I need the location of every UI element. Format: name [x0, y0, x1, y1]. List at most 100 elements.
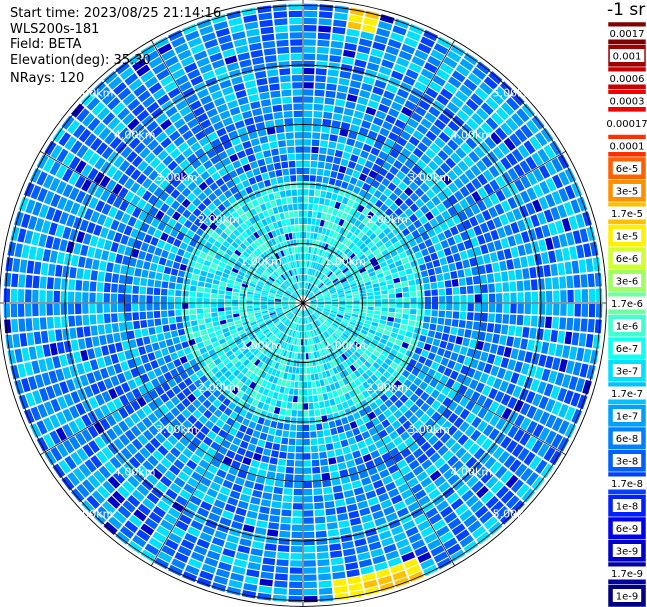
- range-gate-cell: [108, 343, 117, 354]
- range-gate-cell: [316, 430, 324, 438]
- range-gate-cell: [567, 289, 574, 303]
- range-gate-cell: [39, 276, 47, 289]
- range-gate-cell: [89, 303, 96, 314]
- range-gate-cell: [247, 154, 256, 163]
- range-gate-cell: [252, 489, 263, 498]
- range-gate-cell: [407, 325, 415, 333]
- range-gate-cell: [545, 316, 552, 329]
- range-gate-cell: [304, 3, 318, 11]
- range-gate-cell: [253, 115, 264, 123]
- range-gate-cell: [295, 374, 299, 381]
- range-gate-cell: [218, 307, 225, 312]
- range-gate-cell: [25, 289, 32, 302]
- range-gate-cell: [336, 425, 345, 434]
- range-gate-cell: [458, 320, 466, 328]
- range-gate-cell: [351, 73, 364, 82]
- range-gate-cell: [25, 318, 33, 332]
- range-gate-cell: [297, 189, 303, 196]
- range-gate-cell: [459, 311, 467, 320]
- range-gate-cell: [296, 360, 300, 367]
- range-gate-cell: [286, 197, 293, 204]
- range-gate-cell: [163, 331, 172, 340]
- range-gate-cell: [290, 240, 294, 247]
- range-ring-label: 1.00km: [240, 339, 282, 352]
- range-gate-cell: [203, 298, 210, 303]
- range-gate-cell: [150, 263, 158, 272]
- range-gate-cell: [268, 522, 279, 530]
- range-gate-cell: [307, 381, 312, 388]
- range-gate-cell: [324, 198, 331, 206]
- range-gate-cell: [354, 538, 367, 547]
- range-gate-cell: [270, 200, 277, 208]
- range-gate-cell: [310, 168, 317, 175]
- range-gate-cell: [278, 458, 286, 466]
- range-gate-cell: [193, 331, 201, 338]
- range-gate-cell: [97, 271, 105, 282]
- range-gate-cell: [360, 303, 367, 307]
- range-gate-cell: [319, 594, 334, 602]
- range-gate-cell: [424, 296, 431, 303]
- range-gate-cell: [12, 258, 21, 273]
- range-gate-cell: [537, 316, 545, 328]
- range-gate-cell: [243, 14, 258, 23]
- range-gate-cell: [132, 294, 139, 303]
- range-gate-cell: [96, 292, 103, 303]
- range-gate-cell: [349, 177, 358, 185]
- range-gate-cell: [182, 315, 190, 322]
- range-gate-cell: [308, 196, 314, 204]
- range-gate-cell: [56, 341, 65, 354]
- range-gate-cell: [179, 335, 187, 343]
- range-gate-cell: [292, 203, 298, 211]
- range-gate-cell: [157, 239, 166, 249]
- range-gate-cell: [402, 308, 410, 314]
- range-gate-cell: [314, 502, 324, 510]
- range-gate-cell: [252, 108, 263, 117]
- range-gate-cell: [311, 139, 320, 147]
- range-gate-cell: [538, 239, 547, 252]
- range-gate-cell: [313, 488, 323, 495]
- range-gate-cell: [412, 266, 420, 273]
- range-gate-cell: [344, 42, 357, 51]
- range-gate-cell: [69, 267, 77, 279]
- range-gate-cell: [437, 249, 445, 259]
- range-gate-cell: [285, 218, 291, 226]
- range-gate-cell: [290, 424, 297, 431]
- range-gate-cell: [139, 303, 146, 311]
- range-gate-cell: [315, 416, 322, 424]
- range-gate-cell: [388, 288, 395, 294]
- range-gate-cell: [405, 331, 413, 338]
- range-gate-cell: [315, 523, 326, 531]
- range-gate-cell: [150, 334, 158, 343]
- range-gate-cell: [447, 236, 456, 246]
- range-gate-cell: [170, 330, 179, 338]
- range-gate-cell: [104, 323, 112, 334]
- range-gate-cell: [430, 252, 439, 261]
- range-gate-cell: [244, 117, 255, 126]
- range-gate-cell: [263, 113, 274, 121]
- range-gate-cell: [460, 295, 467, 303]
- range-gate-cell: [327, 184, 334, 193]
- range-gate-cell: [261, 425, 270, 434]
- range-gate-cell: [189, 303, 196, 309]
- range-gate-cell: [113, 332, 121, 343]
- range-gate-cell: [341, 56, 354, 65]
- range-gate-cell: [257, 416, 265, 425]
- range-gate-cell: [281, 437, 289, 445]
- range-gate-cell: [132, 303, 139, 312]
- range-gate-cell: [177, 349, 185, 358]
- range-gate-cell: [446, 255, 455, 264]
- range-gate-cell: [147, 352, 156, 362]
- range-gate-cell: [303, 467, 312, 474]
- range-gate-cell: [28, 246, 37, 260]
- range-gate-cell: [275, 400, 282, 408]
- range-gate-cell: [59, 239, 68, 252]
- range-gate-cell: [332, 113, 343, 121]
- range-gate-cell: [298, 260, 301, 267]
- range-gate-cell: [252, 56, 265, 65]
- range-gate-cell: [430, 345, 439, 354]
- range-gate-cell: [318, 25, 332, 33]
- range-gate-cell: [513, 257, 521, 269]
- range-gate-cell: [353, 303, 360, 306]
- range-gate-cell: [42, 344, 51, 357]
- range-gate-cell: [253, 453, 262, 461]
